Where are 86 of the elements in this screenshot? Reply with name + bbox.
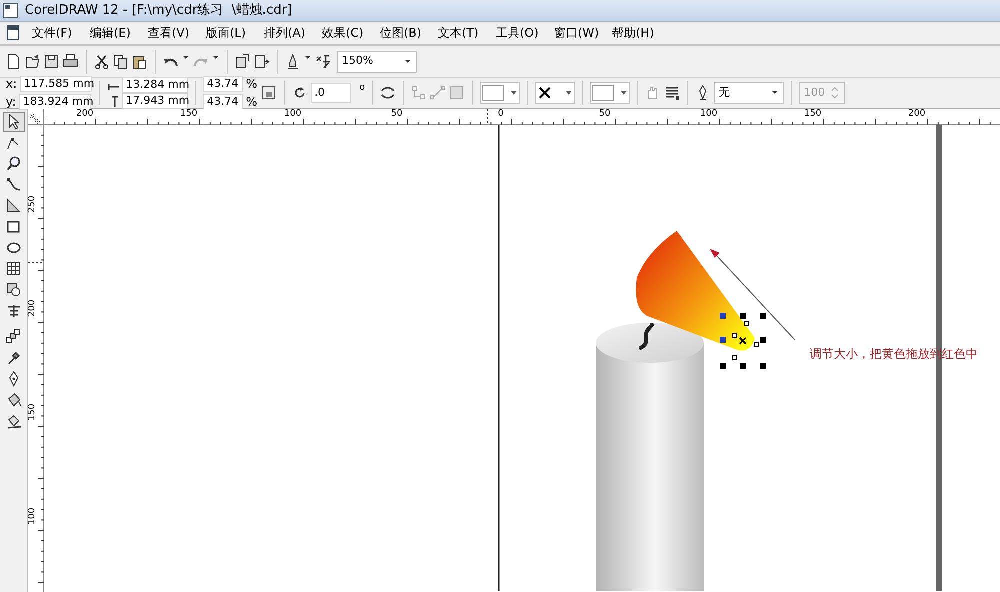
- caret-icon: [620, 89, 628, 97]
- menu-item[interactable]: 效果(C): [322, 24, 380, 42]
- caret-icon: [404, 58, 412, 66]
- field-label: y:: [6, 94, 16, 111]
- flame-shape[interactable]: [636, 231, 755, 351]
- export-icon[interactable]: [254, 54, 270, 70]
- ellipse-icon: [6, 240, 22, 256]
- zoom-dropdown[interactable]: 150%: [337, 50, 417, 72]
- copy-icon[interactable]: [113, 54, 129, 70]
- blend-icon: [6, 329, 22, 345]
- scale-x-field[interactable]: 43.74: [203, 76, 244, 92]
- convert-icon: [449, 85, 466, 101]
- color-dropdown[interactable]: [480, 82, 520, 104]
- launcher-icon[interactable]: [285, 54, 301, 70]
- app-icon: [3, 2, 19, 18]
- ruler-label: 200: [907, 110, 927, 119]
- swatch-icon: [592, 85, 614, 101]
- ruler-label: 150: [28, 402, 38, 422]
- caret-icon: [565, 89, 574, 97]
- paste-icon[interactable]: [132, 54, 148, 70]
- menu-item[interactable]: 文本(T): [438, 24, 496, 42]
- curve-icon: [6, 177, 22, 193]
- import-icon[interactable]: [235, 54, 251, 70]
- wick-shape[interactable]: [639, 323, 654, 350]
- ruler-label: 100: [283, 110, 303, 119]
- menu-item[interactable]: 编辑(E): [90, 24, 148, 42]
- ruler-label: 100: [699, 110, 719, 119]
- dimension-icon: [6, 198, 22, 214]
- basic-shapes-icon: [6, 282, 22, 298]
- zoom-value: 150%: [342, 53, 374, 70]
- outline-dropdown[interactable]: 无: [714, 82, 784, 104]
- ruler-label: 200: [75, 110, 95, 119]
- interactive-fill-icon: [6, 413, 22, 429]
- graph-paper-icon: [6, 261, 22, 277]
- glyph-icon[interactable]: [315, 54, 331, 70]
- width-field[interactable]: 13.284 mm: [122, 77, 188, 93]
- outline-value: 无: [719, 84, 730, 101]
- ruler-label: 200: [28, 298, 38, 318]
- zoom-icon: [6, 156, 22, 172]
- open-file-icon[interactable]: [25, 54, 41, 70]
- line-icon: [430, 85, 446, 101]
- print-icon[interactable]: [63, 54, 79, 70]
- cross-icon: [537, 85, 554, 101]
- document-icon[interactable]: [6, 25, 22, 41]
- eyedropper-icon: [6, 350, 22, 366]
- fill-dropdown[interactable]: [590, 82, 630, 104]
- spin-icon: [830, 85, 840, 101]
- caret-icon: [771, 89, 780, 97]
- lock-ratio-icon[interactable]: [260, 85, 277, 101]
- menu-item[interactable]: 文件(F): [32, 24, 90, 42]
- swatch-icon: [482, 85, 504, 101]
- text-wrap-icon[interactable]: [664, 85, 680, 101]
- cut-icon[interactable]: [94, 54, 110, 70]
- line-style-dropdown[interactable]: [535, 82, 576, 104]
- menu-item[interactable]: 工具(O): [496, 24, 554, 42]
- pick-tool[interactable]: [2, 112, 24, 132]
- height-field[interactable]: 17.943 mm: [122, 93, 188, 109]
- ruler-label: 150: [179, 110, 199, 119]
- menu-item[interactable]: 帮助(H): [612, 24, 670, 42]
- window-title: CorelDRAW 12 - [F:\my\cdr练习 \蜡烛.cdr]: [25, 2, 292, 20]
- ruler-origin-icon[interactable]: [28, 112, 42, 126]
- menu-item[interactable]: 查看(V): [148, 24, 206, 42]
- menu-item[interactable]: 版面(L): [206, 24, 264, 42]
- rotation-unit: o: [360, 82, 366, 95]
- rectangle-icon: [6, 219, 22, 235]
- mirror-icon[interactable]: [380, 85, 396, 101]
- new-file-icon[interactable]: [6, 54, 22, 70]
- annotation-text: 调节大小，把黄色拖放到红色中: [810, 346, 978, 363]
- ruler-label: 250: [28, 194, 38, 214]
- ruler-label: 100: [28, 506, 38, 526]
- y-position-field[interactable]: 183.924 mm: [19, 94, 92, 110]
- menu-item[interactable]: 排列(A): [264, 24, 322, 42]
- field-label: x:: [6, 76, 18, 93]
- menu-item[interactable]: 位图(B): [380, 24, 438, 42]
- menu-item[interactable]: 窗口(W): [554, 24, 612, 42]
- fill-icon: [6, 392, 22, 408]
- ruler-label: 150: [803, 110, 823, 119]
- node-icon: [411, 85, 428, 101]
- unit-label: %: [246, 94, 258, 111]
- unit-label: %: [246, 76, 258, 93]
- scale-y-field[interactable]: 43.74: [203, 94, 244, 110]
- save-icon[interactable]: [44, 54, 60, 70]
- selection-handles[interactable]: [720, 313, 766, 369]
- caret-icon: [510, 89, 518, 97]
- rotation-field[interactable]: .0: [310, 83, 351, 103]
- x-position-field[interactable]: 117.585 mm: [20, 76, 92, 92]
